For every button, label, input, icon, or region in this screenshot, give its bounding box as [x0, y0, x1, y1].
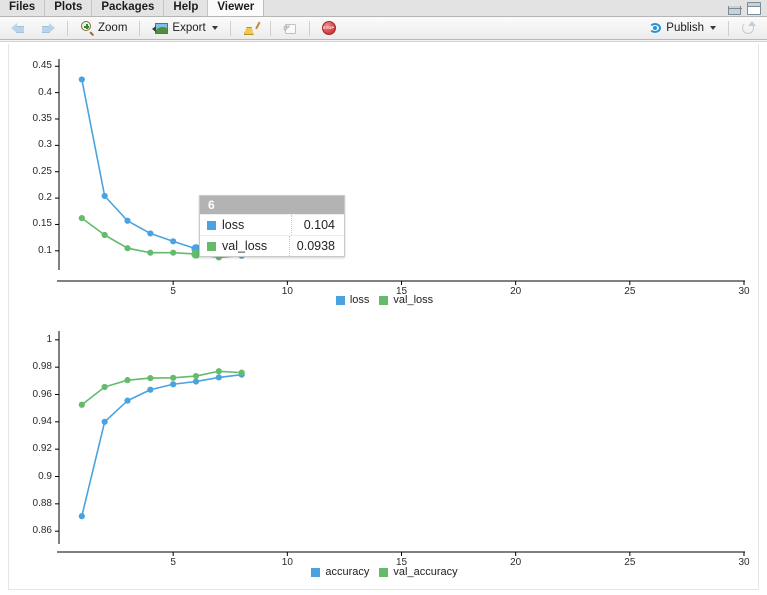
broom-icon [243, 21, 261, 35]
legend-label: accuracy [325, 566, 370, 578]
accuracy-chart: 0.86 0.88 0.9 0.92 0.94 0.96 0.98 1 5 10 15 20 25 30… [9, 316, 760, 588]
legend-item[interactable]: loss [335, 294, 370, 306]
tab-viewer[interactable]: Viewer [208, 0, 265, 16]
legend-item[interactable]: val_accuracy [379, 566, 458, 578]
tab-label: Plots [54, 1, 83, 14]
stop-button[interactable] [316, 19, 342, 38]
viewer-toolbar: Zoom Export STOP Publish [0, 17, 767, 40]
y-tick-label: 0.4 [38, 86, 52, 98]
loss-chart-legend: loss val_loss [9, 294, 760, 306]
toolbar-separator [308, 20, 310, 36]
y-tick-label: 0.45 [32, 60, 52, 72]
y-tick-label: 0.2 [38, 192, 52, 204]
export-image-icon [152, 22, 169, 35]
magnifier-icon [80, 21, 94, 36]
back-arrow-icon [11, 22, 26, 35]
export-button-label: Export [172, 22, 206, 34]
legend-swatch [335, 295, 345, 305]
tooltip-swatch-loss [207, 220, 216, 230]
tooltip-series-name: val_loss [222, 239, 268, 253]
minimize-icon[interactable] [727, 5, 742, 15]
y-tick-label: 0.35 [32, 113, 52, 124]
tab-bar-spacer [264, 0, 728, 16]
tooltip-series-value: 0.0938 [296, 239, 335, 253]
zoom-button[interactable]: Zoom [74, 19, 133, 38]
legend-item[interactable]: val_loss [379, 294, 433, 306]
back-button[interactable] [5, 19, 32, 38]
refresh-icon [741, 20, 756, 36]
legend-label: val_accuracy [393, 566, 458, 578]
publish-icon [648, 21, 662, 35]
export-button[interactable]: Export [146, 19, 223, 38]
y-tick-label: 0.9 [38, 470, 52, 482]
legend-item[interactable]: accuracy [311, 566, 369, 578]
forward-arrow-icon [40, 22, 55, 35]
window-controls [727, 0, 767, 16]
toolbar-separator [269, 20, 271, 36]
accuracy-chart-legend: accuracy val_accuracy [9, 566, 760, 578]
tab-label: Files [9, 1, 36, 14]
y-tick-label: 0.1 [38, 244, 52, 256]
tab-label: Viewer [217, 1, 255, 14]
legend-swatch [379, 295, 389, 305]
y-tick-label: 0.25 [32, 165, 52, 177]
pane-tab-bar: Files Plots Packages Help Viewer [0, 0, 767, 17]
tab-label: Help [173, 1, 199, 14]
toolbar-separator [728, 20, 729, 36]
toolbar-separator [229, 20, 231, 36]
y-tick-label: 0.86 [32, 525, 52, 537]
legend-swatch [379, 567, 389, 577]
viewer-window: Files Plots Packages Help Viewer Zoom Ex… [0, 0, 767, 595]
refresh-button[interactable] [735, 19, 762, 38]
accuracy-chart-svg [55, 331, 745, 556]
popout-icon [282, 22, 297, 35]
zoom-button-label: Zoom [98, 22, 128, 34]
y-tick-label: 0.15 [32, 218, 52, 230]
tab-label: Packages [101, 1, 155, 14]
tooltip-swatch-val-loss [207, 241, 216, 251]
loss-chart-svg [55, 59, 745, 285]
legend-label: loss [349, 294, 370, 306]
loss-chart: 0.1 0.15 0.2 0.25 0.3 0.35 0.4 0.45 5 10 15 20 25 30… [9, 44, 760, 314]
tooltip-series-value: 0.104 [303, 218, 335, 232]
tab-help[interactable]: Help [164, 0, 209, 16]
y-tick-label: 0.98 [32, 361, 52, 373]
clear-button[interactable] [237, 19, 264, 38]
y-tick-label: 1 [46, 333, 52, 345]
tooltip-series-name: loss [222, 218, 245, 232]
tooltip-row-loss: loss 0.104 [200, 214, 344, 235]
tab-packages[interactable]: Packages [92, 0, 165, 16]
tab-files[interactable]: Files [0, 0, 46, 16]
tab-plots[interactable]: Plots [45, 0, 93, 16]
forward-button[interactable] [34, 19, 61, 38]
maximize-icon[interactable] [747, 1, 761, 15]
chevron-down-icon [710, 26, 716, 30]
tooltip-row-val-loss: val_loss 0.0938 [200, 235, 344, 256]
y-tick-label: 0.3 [38, 139, 52, 151]
chart-tooltip: 6 loss 0.104 val_loss 0.0938 [199, 195, 345, 257]
publish-button[interactable]: Publish [642, 19, 722, 38]
y-tick-label: 0.96 [32, 388, 52, 400]
legend-swatch [311, 567, 321, 577]
tooltip-header: 6 [200, 196, 344, 214]
plot-pane: 0.1 0.15 0.2 0.25 0.3 0.35 0.4 0.45 5 10 15 20 25 30… [8, 44, 759, 590]
popout-button[interactable] [277, 19, 303, 38]
y-tick-label: 0.88 [32, 497, 52, 509]
publish-button-label: Publish [666, 22, 704, 34]
stop-icon [321, 21, 336, 35]
y-tick-label: 0.94 [32, 415, 52, 427]
chevron-down-icon [211, 26, 218, 30]
toolbar-separator [139, 20, 141, 36]
legend-label: val_loss [393, 294, 434, 306]
toolbar-separator [67, 20, 68, 36]
viewer-content: 0.1 0.15 0.2 0.25 0.3 0.35 0.4 0.45 5 10 15 20 25 30… [0, 41, 767, 595]
y-tick-label: 0.92 [32, 443, 52, 455]
